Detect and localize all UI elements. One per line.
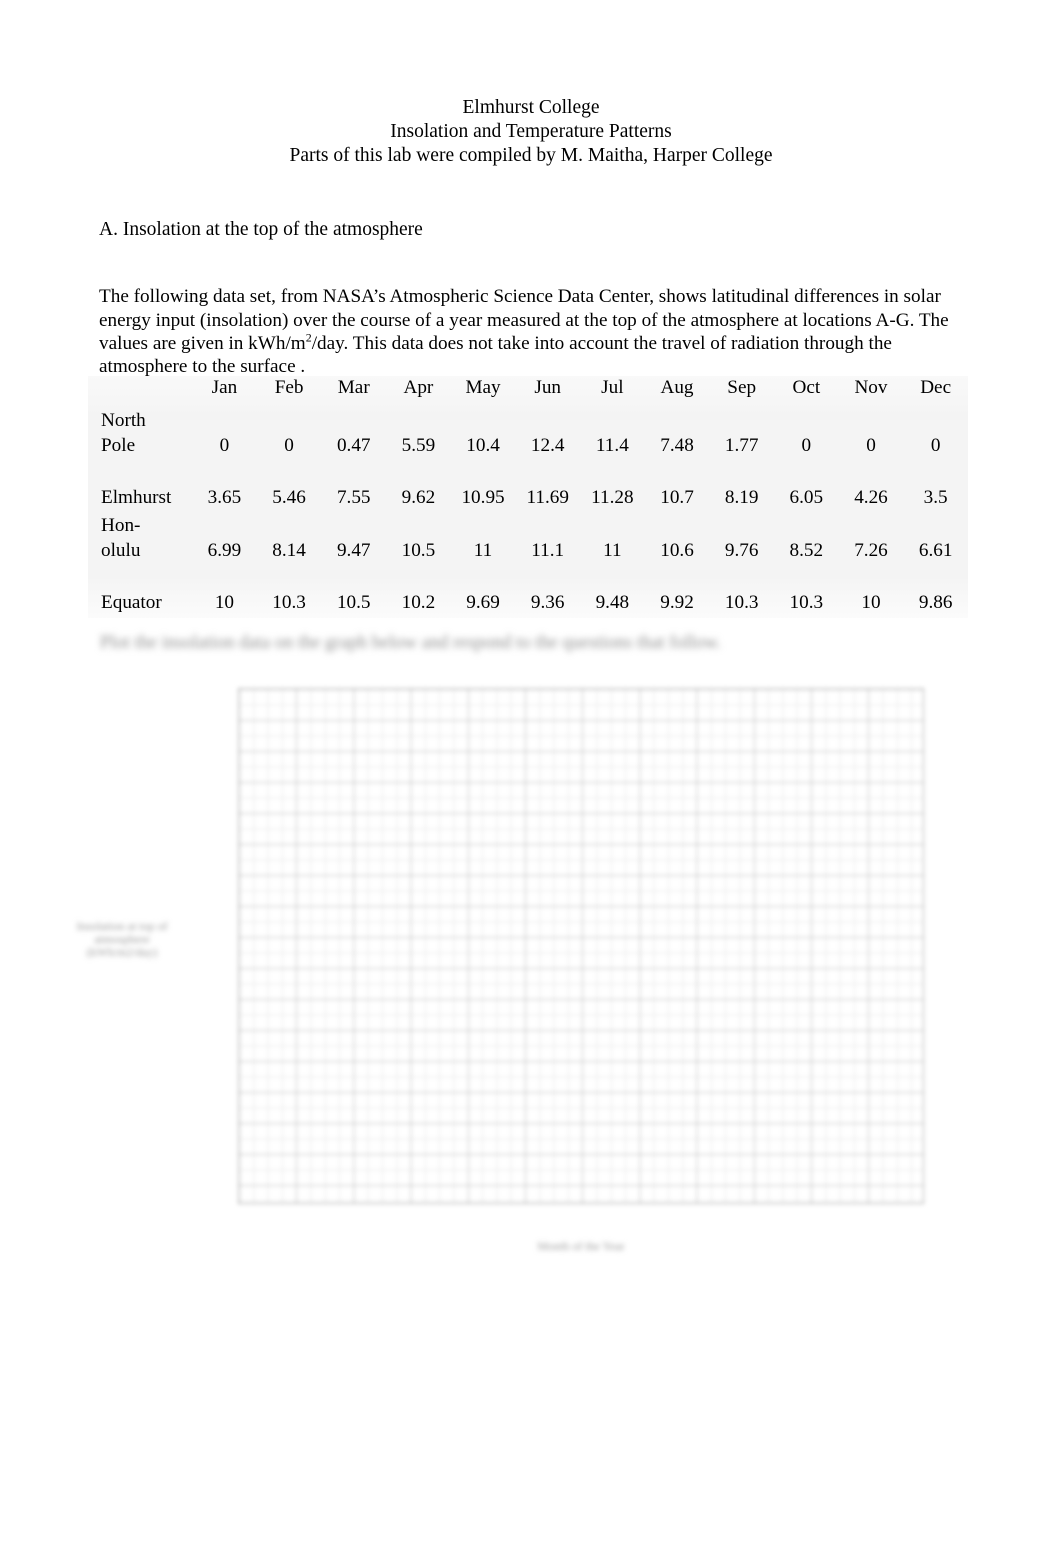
document-page: Elmhurst College Insolation and Temperat… [0,0,1062,1561]
cell-north-pole-jun: 12.4 [530,434,565,456]
column-header-mar: Mar [337,377,370,398]
cell-elmhurst-apr: 9.62 [401,486,436,508]
cell-equator-sep: 10.3 [724,591,759,613]
cell-honolulu-jun: 11.1 [531,539,565,561]
graph-gridlines [238,688,924,1204]
cell-elmhurst-aug: 10.7 [660,486,694,508]
cell-equator-jul: 9.48 [595,591,630,613]
column-header-oct: Oct [792,377,821,398]
cell-north-pole-mar: 0.47 [336,434,371,456]
column-header-dec: Dec [920,377,952,398]
table-row: Hon-olulu 6.99 8.14 9.47 10.5 11 11.1 11… [88,513,968,566]
cell-north-pole-jul: 11.4 [595,434,629,456]
column-header-nov: Nov [854,377,888,398]
header-line-title: Insolation and Temperature Patterns [390,120,672,142]
row-label-line1: North [101,410,146,431]
cell-elmhurst-oct: 6.05 [789,486,824,508]
cell-north-pole-feb: 0 [284,434,294,456]
cell-honolulu-apr: 10.5 [401,539,436,561]
column-header-aug: Aug [660,377,694,398]
row-label-honolulu: Hon-olulu [88,513,192,566]
cell-elmhurst-feb: 5.46 [272,486,306,508]
cell-equator-jan: 10 [214,591,235,613]
cell-elmhurst-nov: 4.26 [854,486,888,508]
cell-elmhurst-jul: 11.28 [591,486,634,508]
column-header-feb: Feb [274,377,304,398]
column-header-jan: Jan [211,377,238,398]
cell-honolulu-sep: 9.76 [724,539,759,561]
graph-x-axis-label: Month of the Year [537,1239,625,1253]
cell-north-pole-apr: 5.59 [401,434,436,456]
row-label-line1: Hon- [101,515,141,537]
cell-elmhurst-jun: 11.69 [526,486,569,508]
cell-equator-oct: 10.3 [789,591,824,613]
cell-north-pole-oct: 0 [801,434,812,456]
cell-honolulu-mar: 9.47 [336,539,371,561]
column-header-sep: Sep [727,377,757,398]
cell-equator-dec: 9.86 [918,591,953,613]
cell-equator-apr: 10.2 [401,591,436,613]
cell-equator-mar: 10.5 [336,591,371,613]
cell-elmhurst-sep: 8.19 [724,486,759,508]
row-label-line2: Pole [101,434,136,456]
insolation-table-container: Jan Feb Mar Apr May Jun Jul Aug Sep Oct … [88,376,968,619]
graph-y-axis-label: Insolation at top of atmosphere (kWh/m2/… [76,919,168,959]
blank-graph [238,688,924,1204]
cell-elmhurst-mar: 7.55 [336,486,371,508]
table-header-row: Jan Feb Mar Apr May Jun Jul Aug Sep Oct … [88,376,968,408]
cell-north-pole-dec: 0 [930,434,941,456]
intro-paragraph: The following data set, from NASA’s Atmo… [99,285,951,379]
cell-elmhurst-may: 10.95 [461,486,505,508]
insolation-data-table: Jan Feb Mar Apr May Jun Jul Aug Sep Oct … [88,376,968,618]
section-heading-a: A. Insolation at the top of the atmosphe… [99,219,423,240]
column-header-jul: Jul [601,377,624,398]
cell-honolulu-may: 11 [473,539,493,561]
document-header: Elmhurst College Insolation and Temperat… [0,96,1062,167]
cell-honolulu-jan: 6.99 [207,539,242,561]
table-row: North Pole 0 0 0.47 5.59 10.4 12.4 11.4 7… [88,408,968,461]
column-header-location [88,376,192,408]
cell-honolulu-nov: 7.26 [854,539,888,561]
header-line-institution: Elmhurst College [462,97,600,118]
cell-honolulu-jul: 11 [603,539,622,561]
cell-equator-jun: 9.36 [530,591,565,613]
column-header-jun: Jun [534,377,562,398]
header-line-credit: Parts of this lab were compiled by M. Ma… [289,144,773,166]
row-label-equator: Equator [101,591,162,613]
cell-equator-feb: 10.3 [272,591,306,613]
row-label-north-pole: North Pole [88,408,192,461]
table-row: Elmhurst 3.65 5.46 7.55 9.62 10.95 11.69… [88,461,968,513]
cell-north-pole-aug: 7.48 [660,434,694,456]
row-label-line2: olulu [101,539,141,561]
cell-honolulu-aug: 10.6 [660,539,694,561]
cell-honolulu-oct: 8.52 [789,539,824,561]
cell-north-pole-jan: 0 [219,434,230,456]
cell-north-pole-nov: 0 [866,434,876,456]
cell-honolulu-dec: 6.61 [918,539,953,561]
column-header-may: May [465,377,501,398]
cell-elmhurst-dec: 3.5 [923,486,948,508]
table-row: Equator 10 10.3 10.5 10.2 9.69 9.36 9.48… [88,566,968,618]
cell-equator-may: 9.69 [466,591,500,613]
column-header-apr: Apr [403,377,434,398]
row-label-elmhurst: Elmhurst [101,486,172,508]
cell-elmhurst-jan: 3.65 [207,486,242,508]
cell-north-pole-sep: 1.77 [724,434,759,456]
cell-equator-aug: 9.92 [660,591,694,613]
cell-north-pole-may: 10.4 [466,434,500,456]
cell-equator-nov: 10 [861,591,881,613]
plot-instruction-text: Plot the insolation data on the graph be… [100,633,722,653]
cell-honolulu-feb: 8.14 [272,539,306,561]
